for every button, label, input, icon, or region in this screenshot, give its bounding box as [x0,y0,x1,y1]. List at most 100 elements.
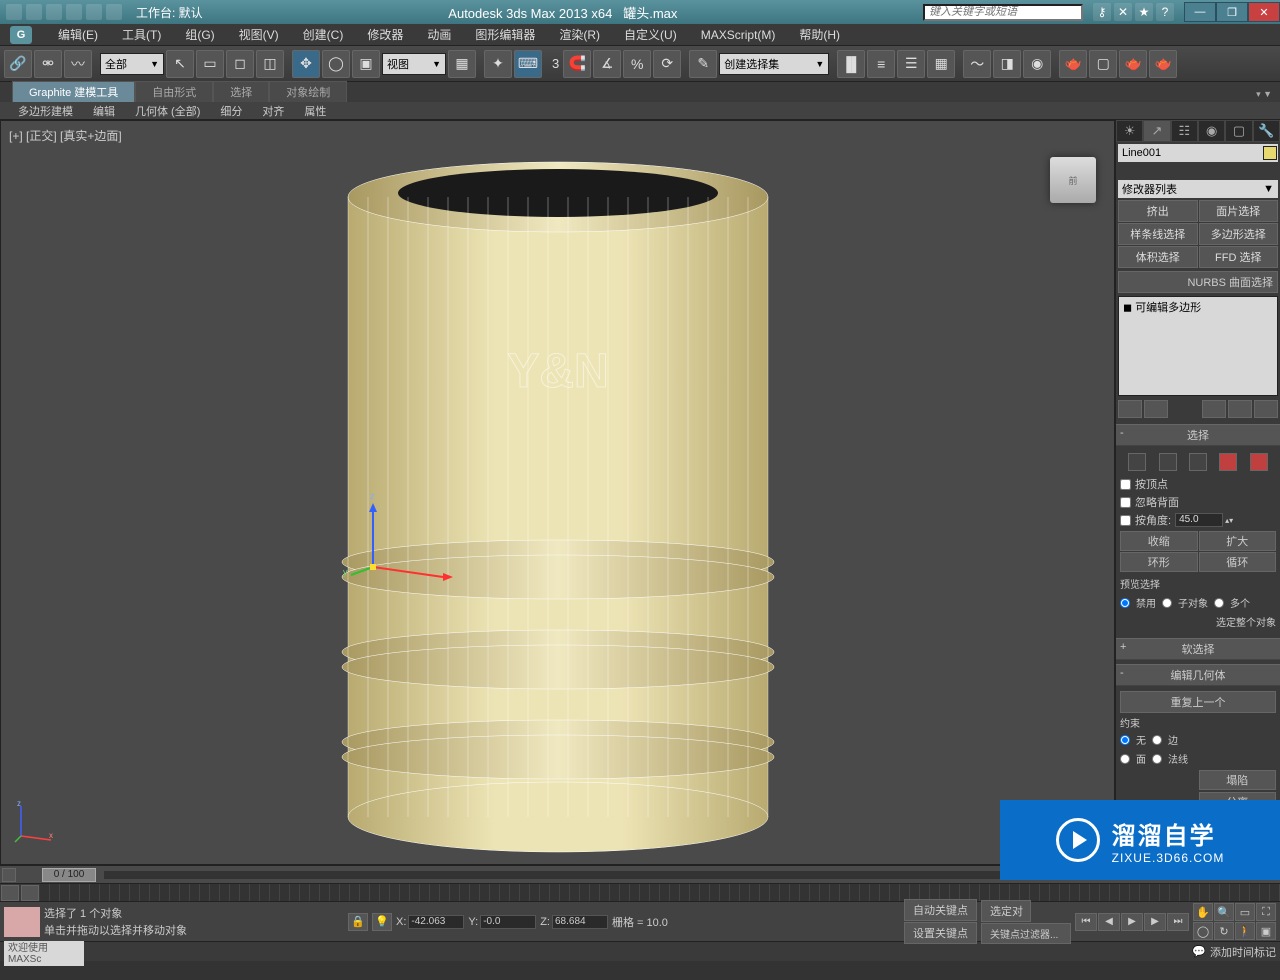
menu-animation[interactable]: 动画 [415,24,463,45]
nav-roll-icon[interactable]: ↻ [1214,922,1234,940]
maxscript-listener-icon[interactable] [4,907,40,937]
signin-icon[interactable]: ⚷ [1093,3,1111,21]
nav-orbit-icon[interactable]: ◯ [1193,922,1213,940]
radio-constrain-edge[interactable] [1152,735,1162,745]
selection-filter-combo[interactable]: 全部▼ [100,53,164,75]
object-name-field[interactable]: Line001 [1118,144,1278,162]
btn-repeat[interactable]: 重复上一个 [1120,691,1276,713]
coord-x[interactable]: -42.063 [408,915,464,929]
comm-center-icon[interactable]: 💬 [1192,945,1206,958]
ribbon-tab-selection[interactable]: 选择 [213,81,269,102]
nav-maxrestore-icon[interactable]: ▣ [1256,922,1276,940]
goto-end-icon[interactable]: ⏭ [1167,913,1189,931]
menu-create[interactable]: 创建(C) [291,24,356,45]
render-prod-icon[interactable]: 🫖 [1149,50,1177,78]
select-icon[interactable]: ↖ [166,50,194,78]
rollout-softsel-header[interactable]: +软选择 [1116,638,1280,660]
btn-shrink[interactable]: 收缩 [1120,531,1198,551]
remove-mod-icon[interactable] [1228,400,1252,418]
scale-icon[interactable]: ▣ [352,50,380,78]
minimize-button[interactable]: — [1184,2,1216,22]
window-crossing-icon[interactable]: ◫ [256,50,284,78]
chk-byangle[interactable] [1120,515,1131,526]
ribbon-tab-freeform[interactable]: 自由形式 [135,81,213,102]
btn-ring[interactable]: 环形 [1120,552,1198,572]
keyboard-shortcut-icon[interactable]: ⌨ [514,50,542,78]
object-color-swatch[interactable] [1263,146,1277,160]
nav-pan-icon[interactable]: ✋ [1193,903,1213,921]
render-setup-icon[interactable]: 🫖 [1059,50,1087,78]
schematic-icon[interactable]: ◨ [993,50,1021,78]
bind-spacewarp-icon[interactable]: 〰 [64,50,92,78]
cp-tab-utilities-icon[interactable]: 🔧 [1253,120,1280,142]
cp-tab-motion-icon[interactable]: ◉ [1198,120,1225,142]
btn-nurbs[interactable]: NURBS 曲面选择 [1118,271,1278,293]
percent-snap-icon[interactable]: % [623,50,651,78]
isolate-icon[interactable]: 💡 [372,913,392,931]
btn-loop[interactable]: 循环 [1199,552,1277,572]
edit-named-sel-icon[interactable]: ✎ [689,50,717,78]
rpanel-polymodel[interactable]: 多边形建模 [8,102,83,120]
menu-maxscript[interactable]: MAXScript(M) [689,26,788,44]
refcoord-combo[interactable]: 视图▼ [382,53,446,75]
menu-rendering[interactable]: 渲染(R) [547,24,612,45]
search-input[interactable] [923,4,1083,21]
time-slider-knob[interactable]: 0 / 100 [42,868,96,882]
undo-icon[interactable] [66,4,82,20]
rpanel-align[interactable]: 对齐 [252,102,294,120]
menu-help[interactable]: 帮助(H) [787,24,852,45]
btn-ffdsel[interactable]: FFD 选择 [1199,246,1279,268]
stack-item-epoly[interactable]: ◼ 可编辑多边形 [1119,297,1277,317]
maxscript-mini[interactable]: 欢迎使用 MAXSc [4,938,84,966]
rpanel-geometry[interactable]: 几何体 (全部) [125,102,210,120]
play-icon[interactable]: ▶ [1121,913,1143,931]
rpanel-edit[interactable]: 编辑 [83,102,125,120]
btn-collapse[interactable]: 塌陷 [1199,770,1277,790]
pivot-icon[interactable]: ▦ [448,50,476,78]
open-icon[interactable] [26,4,42,20]
rollout-selection-header[interactable]: -选择 [1116,424,1280,446]
rpanel-subdiv[interactable]: 细分 [210,102,252,120]
keyfilters-button[interactable]: 关键点过滤器... [981,923,1071,944]
select-region-icon[interactable]: ◻ [226,50,254,78]
prev-frame-icon[interactable]: ◀ [1098,913,1120,931]
selected-button[interactable]: 选定对 [981,900,1031,922]
move-icon[interactable]: ✥ [292,50,320,78]
maximize-button[interactable]: ❐ [1216,2,1248,22]
coord-y[interactable]: -0.0 [480,915,536,929]
timeline-config-icon[interactable] [2,868,16,882]
cp-tab-hierarchy-icon[interactable]: ☷ [1171,120,1198,142]
btn-splinesel[interactable]: 样条线选择 [1118,223,1198,245]
menu-group[interactable]: 组(G) [173,24,226,45]
radio-constrain-face[interactable] [1120,754,1130,764]
unlink-icon[interactable]: ⚮ [34,50,62,78]
named-selset-combo[interactable]: 创建选择集▼ [719,53,829,75]
make-unique-icon[interactable] [1202,400,1226,418]
show-end-icon[interactable] [1144,400,1168,418]
trackbar-open-icon[interactable] [1,885,19,901]
exchange-icon[interactable]: ✕ [1114,3,1132,21]
subobj-border-icon[interactable] [1189,453,1207,471]
app-menu-icon[interactable]: G [10,26,32,44]
menu-views[interactable]: 视图(V) [227,24,291,45]
subobj-element-icon[interactable] [1250,453,1268,471]
snap-icon[interactable]: 🧲 [563,50,591,78]
trackbar-key-icon[interactable] [21,885,39,901]
material-editor-icon[interactable]: ◉ [1023,50,1051,78]
cp-tab-display-icon[interactable]: ▢ [1225,120,1252,142]
help-icon[interactable]: ? [1156,3,1174,21]
trackbar-ruler[interactable] [40,884,1280,901]
modifier-stack[interactable]: ◼ 可编辑多边形 [1118,296,1278,396]
menu-edit[interactable]: 编辑(E) [46,24,110,45]
nav-zoom-icon[interactable]: 🔍 [1214,903,1234,921]
ribbon-collapse-icon[interactable]: ▾ ▼ [1248,87,1280,102]
graphite-toggle-icon[interactable]: ▦ [927,50,955,78]
lock-selection-icon[interactable]: 🔒 [348,913,368,931]
new-icon[interactable] [6,4,22,20]
select-name-icon[interactable]: ▭ [196,50,224,78]
cp-tab-modify-icon[interactable]: ↗ [1143,120,1170,142]
align-icon[interactable]: ≡ [867,50,895,78]
btn-extrude[interactable]: 挤出 [1118,200,1198,222]
menu-customize[interactable]: 自定义(U) [612,24,689,45]
autokey-button[interactable]: 自动关键点 [904,899,977,921]
